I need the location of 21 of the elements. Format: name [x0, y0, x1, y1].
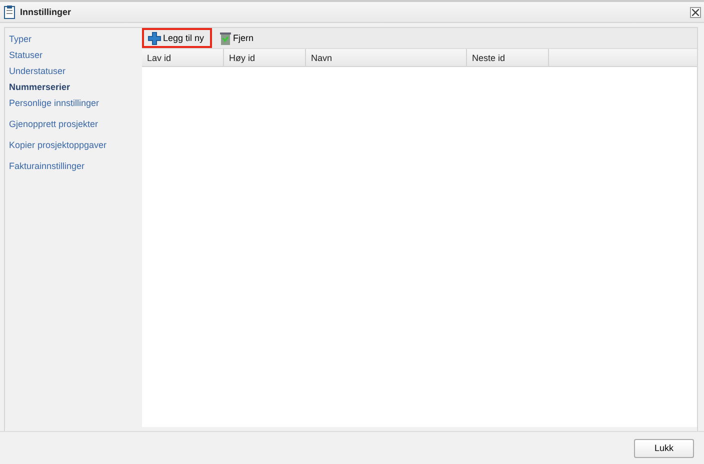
sidebar-link[interactable]: Statuser	[9, 50, 138, 61]
sidebar-link[interactable]: Kopier prosjektoppgaver	[9, 140, 138, 151]
add-button[interactable]: Legg til ny	[142, 28, 212, 48]
plus-icon	[148, 32, 161, 44]
clipboard-icon	[4, 5, 15, 19]
close-dialog-button[interactable]: Lukk	[634, 438, 694, 458]
window-title: Innstillinger	[20, 7, 72, 17]
sidebar-link[interactable]: Typer	[9, 34, 138, 45]
column-header[interactable]: Lav id	[142, 49, 224, 66]
column-header[interactable]: Neste id	[467, 49, 549, 66]
remove-button[interactable]: Fjern	[214, 28, 262, 48]
sidebar-link[interactable]: Understatuser	[9, 66, 138, 77]
close-button[interactable]	[690, 6, 701, 18]
sidebar-link[interactable]: Personlige innstillinger	[9, 98, 138, 109]
close-icon	[692, 8, 699, 16]
trash-bin-icon	[220, 32, 232, 44]
sidebar-link[interactable]: Gjenopprett prosjekter	[9, 119, 138, 130]
column-header[interactable]: Høy id	[224, 49, 306, 66]
sidebar-link[interactable]: Nummerserier	[9, 82, 138, 93]
sidebar-link[interactable]: Fakturainnstillinger	[9, 161, 138, 172]
column-header[interactable]: Navn	[306, 49, 467, 66]
